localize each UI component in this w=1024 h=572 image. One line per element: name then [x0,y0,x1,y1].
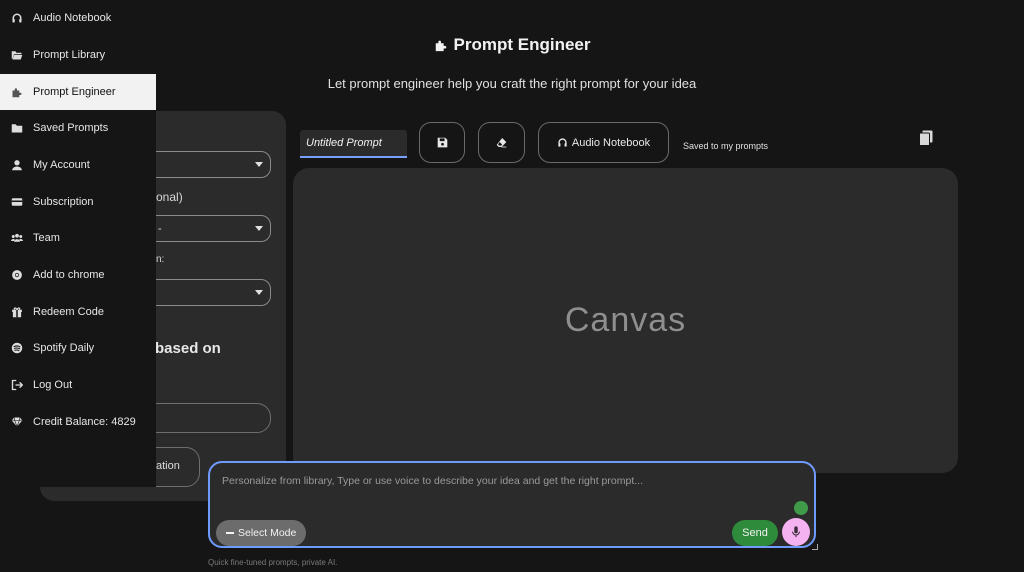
config-heading: based on [155,340,221,357]
logout-icon [10,378,24,392]
microphone-icon [792,526,800,538]
audio-notebook-button[interactable]: Audio Notebook [538,122,669,163]
sidebar: Audio Notebook Prompt Library Prompt Eng… [0,0,156,487]
copy-icon[interactable] [919,130,933,146]
config-label-3: n: [156,254,165,265]
resize-handle[interactable] [812,544,818,550]
sidebar-item-audio-notebook[interactable]: Audio Notebook [0,0,156,36]
gem-icon [10,415,24,429]
footer-text: Quick fine-tuned prompts, private AI. [208,558,338,567]
chevron-down-icon [255,226,263,231]
team-icon [10,231,24,245]
canvas-label: Canvas [564,301,687,339]
sidebar-item-log-out[interactable]: Log Out [0,367,156,403]
select-mode-button[interactable]: Select Mode [216,520,307,546]
prompt-input[interactable] [222,475,782,505]
chrome-icon [10,268,24,282]
sidebar-item-redeem-code[interactable]: Redeem Code [0,294,156,330]
headphones-icon [10,11,24,25]
mic-button[interactable] [782,518,810,546]
config-label-optional: onal) [156,190,183,204]
grammar-badge-icon[interactable] [794,501,808,515]
headphones-icon [558,138,567,147]
sidebar-item-team[interactable]: Team [0,220,156,256]
minus-icon [226,532,234,534]
folder-icon [10,121,24,135]
prompt-title-input[interactable] [300,130,407,158]
credit-card-icon [10,195,24,209]
sidebar-item-prompt-engineer[interactable]: Prompt Engineer [0,74,156,110]
sidebar-item-saved-prompts[interactable]: Saved Prompts [0,110,156,146]
folder-open-icon [10,48,24,62]
eraser-button[interactable] [478,122,525,163]
chevron-down-icon [255,290,263,295]
gift-icon [10,305,24,319]
page-title-text: Prompt Engineer [453,35,591,54]
saved-status: Saved to my prompts [683,141,769,151]
sidebar-item-subscription[interactable]: Subscription [0,184,156,220]
sidebar-item-credit-balance: Credit Balance: 4829 [0,404,156,440]
sidebar-item-my-account[interactable]: My Account [0,147,156,183]
save-button[interactable] [419,122,465,163]
puzzle-icon [10,85,24,99]
send-button[interactable]: Send [732,520,778,546]
chevron-down-icon [255,162,263,167]
puzzle-icon [435,40,446,52]
sidebar-item-spotify-daily[interactable]: Spotify Daily [0,330,156,366]
sidebar-item-prompt-library[interactable]: Prompt Library [0,37,156,73]
spotify-icon [10,341,24,355]
canvas[interactable]: Canvas [293,168,958,473]
save-icon [437,137,447,148]
sidebar-item-add-to-chrome[interactable]: Add to chrome [0,257,156,293]
user-icon [10,158,24,172]
eraser-icon [496,138,507,148]
prompt-composer: Select Mode Send [208,461,818,550]
